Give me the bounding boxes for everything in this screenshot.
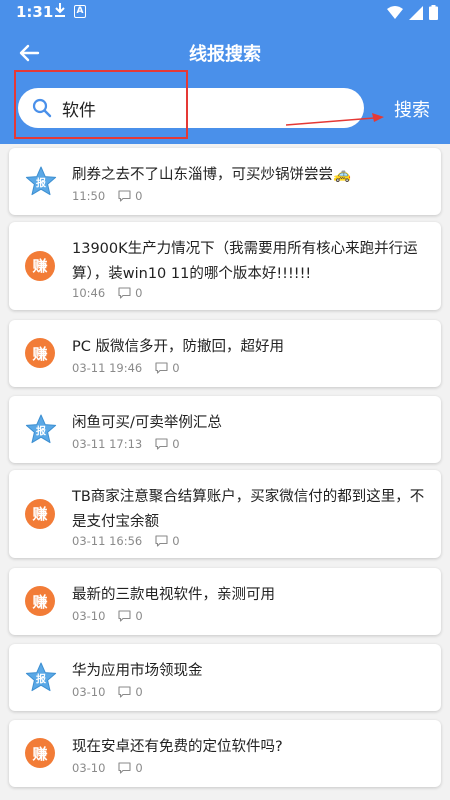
card-title: PC 版微信多开，防撤回，超好用 (72, 339, 284, 355)
card-title: 华为应用市场领现金 (72, 663, 203, 679)
comment-count: 0 (135, 609, 143, 623)
comment-icon (118, 762, 131, 774)
search-input[interactable] (62, 94, 352, 122)
card-title: TB商家注意聚合结算账户，买家微信付的都到这里，不是支付宝余额 (72, 489, 425, 530)
earn-badge-icon: 赚 (25, 250, 55, 281)
result-card[interactable]: 报 华为应用市场领现金 03-10 0 (9, 644, 441, 711)
result-card[interactable]: 报 闲鱼可买/可卖举例汇总 03-11 17:13 0 (9, 396, 441, 463)
comment-icon (155, 535, 168, 547)
comment-icon (118, 610, 131, 622)
earn-badge-icon: 赚 (25, 586, 55, 616)
comment-count: 0 (135, 685, 143, 699)
card-time: 11:50 (72, 189, 106, 203)
title-bar: 线报搜索 (0, 26, 450, 80)
status-time: 1:31 (16, 3, 54, 21)
card-title: 刷券之去不了山东淄博，可买炒锅饼尝尝🚕 (72, 167, 352, 183)
result-card[interactable]: 赚 最新的三款电视软件，亲测可用 03-10 0 (9, 568, 441, 635)
notification-a-icon: A (74, 5, 86, 18)
card-time: 03-10 (72, 761, 106, 775)
comment-count: 0 (135, 286, 143, 300)
card-title: 13900K生产力情况下（我需要用所有核心来跑并行运算），装win10 11的哪… (72, 241, 418, 282)
card-meta: 03-11 16:56 0 (72, 534, 180, 548)
comment-count: 0 (172, 361, 180, 375)
comment-icon (118, 287, 131, 299)
svg-text:报: 报 (36, 673, 46, 686)
card-meta: 03-10 0 (72, 609, 143, 623)
card-title: 现在安卓还有免费的定位软件吗? (72, 739, 283, 755)
card-meta: 03-10 0 (72, 761, 143, 775)
comment-icon (155, 438, 168, 450)
card-time: 03-10 (72, 609, 106, 623)
signal-icon (409, 5, 423, 20)
earn-badge-icon: 赚 (25, 738, 55, 768)
page-title: 线报搜索 (189, 44, 261, 65)
search-box[interactable] (18, 88, 364, 128)
card-time: 10:46 (72, 286, 106, 300)
result-card[interactable]: 赚 TB商家注意聚合结算账户，买家微信付的都到这里，不是支付宝余额 03-11 16… (9, 470, 441, 558)
comment-count: 0 (135, 761, 143, 775)
comment-icon (118, 190, 131, 202)
result-card[interactable]: 报 刷券之去不了山东淄博，可买炒锅饼尝尝🚕 11:50 0 (9, 148, 441, 215)
result-card[interactable]: 赚 现在安卓还有免费的定位软件吗? 03-10 0 (9, 720, 441, 787)
comment-count: 0 (172, 534, 180, 548)
card-meta: 03-11 17:13 0 (72, 437, 180, 451)
earn-badge-icon: 赚 (25, 338, 55, 368)
search-button[interactable]: 搜索 (394, 96, 430, 122)
report-badge-icon: 报 (25, 662, 57, 692)
svg-text:报: 报 (36, 425, 46, 438)
card-title: 最新的三款电视软件，亲测可用 (72, 587, 275, 603)
result-card[interactable]: 赚 13900K生产力情况下（我需要用所有核心来跑并行运算），装win10 11的… (9, 222, 441, 310)
battery-icon (429, 5, 438, 20)
report-badge-icon: 报 (25, 414, 57, 444)
comment-count: 0 (172, 437, 180, 451)
card-title: 闲鱼可买/可卖举例汇总 (72, 415, 222, 431)
svg-text:报: 报 (36, 177, 46, 190)
card-meta: 03-10 0 (72, 685, 143, 699)
card-time: 03-11 17:13 (72, 437, 143, 451)
card-time: 03-11 16:56 (72, 534, 143, 548)
card-meta: 11:50 0 (72, 189, 142, 203)
earn-badge-icon: 赚 (25, 498, 55, 529)
card-time: 03-11 19:46 (72, 361, 143, 375)
status-bar: 1:31 A (0, 0, 450, 26)
download-icon (54, 2, 66, 22)
card-time: 03-10 (72, 685, 106, 699)
status-icons (387, 5, 438, 20)
wifi-icon (387, 6, 403, 19)
header-bar: 1:31 A 线报搜索 搜索 (0, 0, 450, 144)
result-card[interactable]: 赚 PC 版微信多开，防撤回，超好用 03-11 19:46 0 (9, 320, 441, 387)
card-meta: 10:46 0 (72, 286, 142, 300)
comment-count: 0 (135, 189, 143, 203)
comment-icon (155, 362, 168, 374)
card-meta: 03-11 19:46 0 (72, 361, 180, 375)
report-badge-icon: 报 (25, 166, 57, 196)
comment-icon (118, 686, 131, 698)
search-icon (32, 98, 52, 118)
